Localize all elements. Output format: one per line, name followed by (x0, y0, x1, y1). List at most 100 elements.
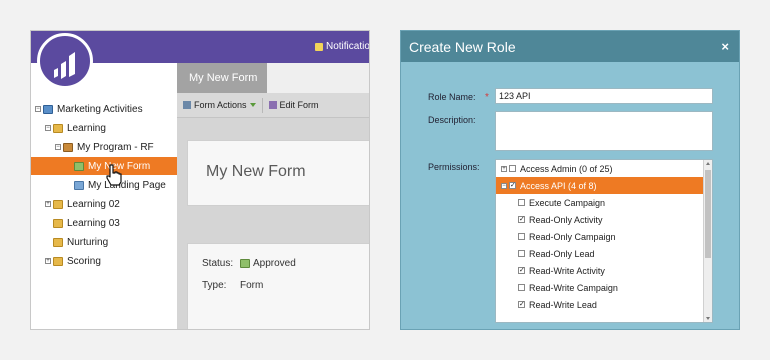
dialog-header: Create New Role × (401, 31, 739, 62)
hand-cursor-icon (106, 164, 122, 186)
permission-label: Read-Write Activity (529, 265, 605, 276)
permission-label: Execute Campaign (529, 197, 606, 208)
checkbox[interactable] (518, 233, 525, 240)
collapse-icon[interactable]: − (45, 125, 51, 131)
permissions-label: Permissions: (428, 162, 480, 172)
folder-icon (53, 237, 63, 247)
tree-item-nurturing[interactable]: Nurturing (53, 233, 108, 251)
logo-bars-icon (54, 52, 75, 79)
role-name-input[interactable]: 123 API (495, 88, 713, 104)
permission-read-write-campaign[interactable]: Read-Write Campaign (496, 279, 704, 296)
expand-icon[interactable]: + (45, 258, 51, 264)
status-label: Status: (202, 258, 234, 269)
permission-access-api[interactable]: − ✓ Access API (4 of 8) (496, 177, 704, 194)
form-actions-button[interactable]: Form Actions (177, 93, 262, 118)
checkbox[interactable]: ✓ (509, 182, 516, 189)
permission-execute-campaign[interactable]: Execute Campaign (496, 194, 704, 211)
form-icon (74, 161, 84, 171)
tree-item-label: My Landing Page (88, 179, 166, 191)
marketo-app-panel: Notificatio − Marketing Activities − Lea… (30, 30, 370, 330)
tree-item-learning[interactable]: − Learning (45, 119, 106, 137)
permission-read-only-activity[interactable]: ✓ Read-Only Activity (496, 211, 704, 228)
folder-icon (53, 256, 63, 266)
folder-icon (53, 199, 63, 209)
collapse-icon[interactable]: − (35, 106, 41, 112)
expand-icon[interactable]: + (45, 201, 51, 207)
checkbox[interactable] (518, 199, 525, 206)
notifications-label: Notificatio (326, 41, 370, 52)
permissions-scrollbar[interactable] (703, 160, 712, 322)
collapse-icon[interactable]: − (501, 182, 507, 189)
permission-label: Read-Write Lead (529, 299, 597, 310)
tree-item-label: Learning (67, 122, 106, 134)
checkbox[interactable] (518, 284, 525, 291)
tree-item-learning-03[interactable]: Learning 03 (53, 214, 120, 232)
permission-label: Read-Only Activity (529, 214, 603, 225)
permission-read-only-campaign[interactable]: Read-Only Campaign (496, 228, 704, 245)
description-textarea[interactable] (495, 111, 713, 151)
permission-label: Read-Only Campaign (529, 231, 616, 242)
form-title: My New Form (206, 163, 306, 180)
program-icon (63, 142, 73, 152)
permission-label: Access API (4 of 8) (520, 180, 597, 191)
chevron-down-icon (249, 103, 256, 107)
close-icon[interactable]: × (721, 39, 729, 54)
tree-item-label: My Program - RF (77, 141, 154, 153)
tab-my-new-form[interactable]: My New Form (177, 63, 267, 93)
type-row: Type: Form (202, 280, 263, 291)
required-icon: * (485, 92, 489, 103)
permission-read-write-activity[interactable]: ✓ Read-Write Activity (496, 262, 704, 279)
scrollbar-thumb[interactable] (705, 170, 711, 258)
permission-read-write-lead[interactable]: ✓ Read-Write Lead (496, 296, 704, 313)
activities-icon (43, 104, 53, 114)
form-actions-icon (183, 101, 191, 109)
tree-item-label: Learning 03 (67, 217, 120, 229)
scroll-down-icon[interactable] (706, 317, 710, 320)
edit-form-button[interactable]: Edit Form (263, 93, 325, 118)
tree-item-label: Nurturing (67, 236, 109, 248)
checkbox[interactable]: ✓ (518, 301, 525, 308)
form-actions-label: Form Actions (194, 100, 247, 110)
edit-icon (268, 101, 277, 109)
tab-strip: My New Form (177, 63, 369, 93)
edit-form-label: Edit Form (279, 100, 319, 110)
notifications-button[interactable]: Notificatio (315, 41, 370, 52)
collapse-icon[interactable]: − (55, 144, 61, 150)
tree-item-label: Scoring (67, 255, 101, 267)
checkbox[interactable]: ✓ (518, 216, 525, 223)
folder-icon (53, 218, 63, 228)
checkbox[interactable] (518, 250, 525, 257)
tree-item-label: Learning 02 (67, 198, 120, 210)
tree-item-my-new-form[interactable]: My New Form (31, 157, 177, 175)
scroll-up-icon[interactable] (706, 162, 710, 165)
checkbox[interactable]: ✓ (518, 267, 525, 274)
marketo-logo[interactable] (37, 33, 93, 89)
create-new-role-dialog: Create New Role × Role Name: * 123 API D… (400, 30, 740, 330)
tree-item-my-program[interactable]: − My Program - RF (55, 138, 154, 156)
permission-label: Read-Write Campaign (529, 282, 618, 293)
main-content: My New Form Form Actions Edit Form My Ne… (177, 63, 369, 329)
form-details-card: Status: Approved Type: Form (187, 243, 369, 329)
tree-item-marketing-activities[interactable]: − Marketing Activities (35, 100, 143, 118)
status-row: Status: Approved (202, 258, 296, 269)
approved-icon (240, 259, 250, 268)
tree-item-label: Marketing Activities (57, 103, 143, 115)
tree-item-learning-02[interactable]: + Learning 02 (45, 195, 120, 213)
folder-icon (53, 123, 63, 133)
dialog-title: Create New Role (409, 38, 516, 55)
permission-access-admin[interactable]: + Access Admin (0 of 25) (496, 160, 704, 177)
permission-read-only-lead[interactable]: Read-Only Lead (496, 245, 704, 262)
form-title-card: My New Form (187, 140, 369, 206)
status-value: Approved (253, 258, 296, 269)
description-label: Description: (428, 115, 476, 125)
navigation-tree: − Marketing Activities − Learning − My P… (31, 63, 177, 329)
notification-icon (315, 42, 323, 51)
type-value: Form (240, 280, 264, 291)
permission-label: Read-Only Lead (529, 248, 595, 259)
permissions-list: + Access Admin (0 of 25) − ✓ Access API … (495, 159, 713, 323)
expand-icon[interactable]: + (501, 165, 507, 172)
role-name-label: Role Name: (428, 92, 476, 102)
tree-item-scoring[interactable]: + Scoring (45, 252, 101, 270)
permission-label: Access Admin (0 of 25) (520, 163, 613, 174)
checkbox[interactable] (509, 165, 516, 172)
